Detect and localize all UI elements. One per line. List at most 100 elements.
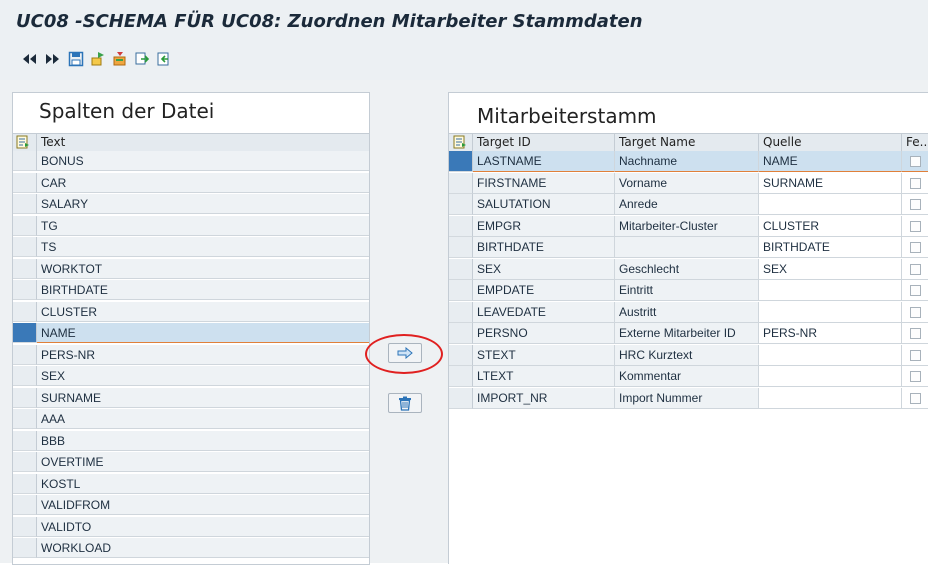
fe-checkbox[interactable] xyxy=(910,371,921,382)
row-selector[interactable] xyxy=(13,473,37,494)
fe-checkbox[interactable] xyxy=(910,306,921,318)
fe-checkbox[interactable] xyxy=(910,156,921,167)
column-header-target-id[interactable]: Target ID xyxy=(473,134,615,151)
list-item[interactable]: CLUSTER xyxy=(37,301,369,322)
list-item[interactable]: TG xyxy=(37,215,369,236)
select-all-icon[interactable] xyxy=(13,134,37,151)
select-all-icon[interactable] xyxy=(449,134,473,151)
row-selector[interactable] xyxy=(449,237,473,258)
list-item[interactable]: KOSTL xyxy=(37,473,369,494)
cell-quelle-input[interactable]: NAME xyxy=(759,151,902,172)
row-selector[interactable] xyxy=(13,215,37,236)
row-selector[interactable] xyxy=(13,323,37,343)
cell-quelle-input[interactable] xyxy=(759,301,902,323)
row-selector[interactable] xyxy=(449,151,473,172)
list-item[interactable]: BBB xyxy=(37,430,369,451)
row-selector[interactable] xyxy=(449,366,473,387)
fe-checkbox[interactable] xyxy=(910,177,921,189)
row-selector[interactable] xyxy=(13,172,37,193)
table-row[interactable]: SALUTATION Anrede xyxy=(473,194,928,215)
list-item[interactable]: VALIDTO xyxy=(37,516,369,537)
row-selector[interactable] xyxy=(13,538,37,558)
table-row[interactable]: LTEXT Kommentar xyxy=(473,366,928,387)
fe-checkbox[interactable] xyxy=(910,392,921,404)
list-item[interactable]: BIRTHDATE xyxy=(37,280,369,300)
table-row[interactable]: LEAVEDATE Austritt xyxy=(473,301,928,323)
last-page-icon[interactable] xyxy=(44,51,60,67)
list-item[interactable]: SEX xyxy=(37,366,369,386)
row-selector[interactable] xyxy=(449,301,473,323)
row-selector[interactable] xyxy=(449,387,473,409)
cell-quelle-input[interactable]: PERS-NR xyxy=(759,323,902,344)
row-selector[interactable] xyxy=(449,258,473,280)
row-selector[interactable] xyxy=(449,215,473,237)
column-header-text[interactable]: Text xyxy=(37,134,369,151)
row-selector[interactable] xyxy=(13,387,37,408)
list-item[interactable]: AAA xyxy=(37,409,369,429)
list-item[interactable]: NAME xyxy=(37,323,369,343)
table-row[interactable]: FIRSTNAME Vorname SURNAME xyxy=(473,172,928,194)
cell-quelle-input[interactable] xyxy=(759,194,902,215)
row-selector[interactable] xyxy=(13,409,37,429)
list-item[interactable]: WORKLOAD xyxy=(37,538,369,558)
fe-checkbox[interactable] xyxy=(910,328,921,339)
cell-quelle-input[interactable] xyxy=(759,387,902,409)
column-header-fe[interactable]: Fe... xyxy=(902,134,928,151)
row-selector[interactable] xyxy=(13,495,37,515)
assign-button[interactable] xyxy=(388,343,422,363)
list-item[interactable]: WORKTOT xyxy=(37,258,369,279)
row-selector[interactable] xyxy=(13,366,37,386)
table-row[interactable]: BIRTHDATE BIRTHDATE xyxy=(473,237,928,258)
row-selector[interactable] xyxy=(13,194,37,214)
row-selector[interactable] xyxy=(13,452,37,472)
row-selector[interactable] xyxy=(13,344,37,365)
table-row[interactable]: IMPORT_NR Import Nummer xyxy=(473,387,928,409)
row-selector[interactable] xyxy=(13,237,37,257)
row-selector[interactable] xyxy=(449,280,473,301)
row-selector[interactable] xyxy=(449,194,473,215)
row-selector[interactable] xyxy=(13,151,37,171)
table-row[interactable]: STEXT HRC Kurztext xyxy=(473,344,928,366)
table-row[interactable]: EMPDATE Eintritt xyxy=(473,280,928,301)
import-icon[interactable] xyxy=(90,51,106,67)
list-item[interactable]: PERS-NR xyxy=(37,344,369,365)
cell-quelle-input[interactable] xyxy=(759,280,902,301)
cell-quelle-input[interactable]: SURNAME xyxy=(759,172,902,194)
fe-checkbox[interactable] xyxy=(910,242,921,253)
row-selector[interactable] xyxy=(13,258,37,279)
list-item[interactable]: VALIDFROM xyxy=(37,495,369,515)
table-row[interactable]: EMPGR Mitarbeiter-Cluster CLUSTER xyxy=(473,215,928,237)
cell-quelle-input[interactable] xyxy=(759,366,902,387)
fe-checkbox[interactable] xyxy=(910,199,921,210)
list-item[interactable]: SURNAME xyxy=(37,387,369,408)
column-header-quelle[interactable]: Quelle xyxy=(759,134,902,151)
cell-quelle-input[interactable]: BIRTHDATE xyxy=(759,237,902,258)
copy-icon[interactable] xyxy=(134,51,150,67)
list-item[interactable]: TS xyxy=(37,237,369,257)
row-selector[interactable] xyxy=(13,301,37,322)
row-selector[interactable] xyxy=(449,323,473,344)
row-selector[interactable] xyxy=(449,344,473,366)
cell-quelle-input[interactable]: SEX xyxy=(759,258,902,280)
list-item[interactable]: SALARY xyxy=(37,194,369,214)
list-item[interactable]: OVERTIME xyxy=(37,452,369,472)
delete-button[interactable] xyxy=(388,393,422,413)
row-selector[interactable] xyxy=(13,430,37,451)
fe-checkbox[interactable] xyxy=(910,220,921,232)
row-selector[interactable] xyxy=(13,280,37,300)
fe-checkbox[interactable] xyxy=(910,349,921,361)
paste-icon[interactable] xyxy=(156,51,172,67)
save-icon[interactable] xyxy=(68,51,84,67)
cell-quelle-input[interactable]: CLUSTER xyxy=(759,215,902,237)
table-row[interactable]: PERSNO Externe Mitarbeiter ID PERS-NR xyxy=(473,323,928,344)
fe-checkbox[interactable] xyxy=(910,285,921,296)
table-row[interactable]: SEX Geschlecht SEX xyxy=(473,258,928,280)
fe-checkbox[interactable] xyxy=(910,263,921,275)
first-page-icon[interactable] xyxy=(22,51,38,67)
row-selector[interactable] xyxy=(449,172,473,194)
table-row[interactable]: LASTNAME Nachname NAME xyxy=(473,151,928,172)
column-header-target-name[interactable]: Target Name xyxy=(615,134,759,151)
cell-quelle-input[interactable] xyxy=(759,344,902,366)
list-item[interactable]: CAR xyxy=(37,172,369,193)
list-item[interactable]: BONUS xyxy=(37,151,369,171)
